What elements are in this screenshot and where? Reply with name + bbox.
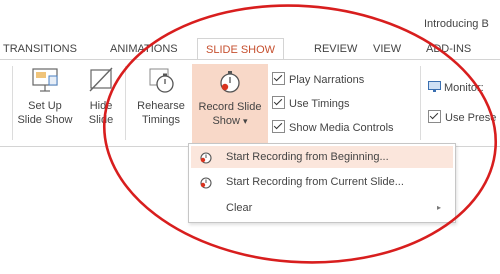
use-presenter-view-label: Use Prese bbox=[445, 112, 497, 124]
monitor-label: Monitor: bbox=[444, 82, 484, 94]
record-slide-show-button[interactable]: Record Slide Show ▾ bbox=[192, 64, 268, 144]
hide-slide-button[interactable]: Hide Slide bbox=[82, 65, 120, 127]
monitor-select[interactable]: Monitor: bbox=[428, 80, 484, 96]
menu-item-start-from-beginning[interactable]: Start Recording from Beginning... bbox=[191, 146, 453, 168]
menu-item-start-from-current[interactable]: Start Recording from Current Slide... bbox=[191, 171, 453, 193]
tab-slide-show[interactable]: SLIDE SHOW bbox=[197, 38, 285, 61]
record-label-line2: Show bbox=[212, 115, 240, 127]
play-narrations-checkbox[interactable]: Play Narrations bbox=[272, 72, 364, 88]
tab-view[interactable]: VIEW bbox=[373, 38, 401, 60]
hide-slide-icon bbox=[89, 67, 113, 92]
use-timings-label: Use Timings bbox=[289, 98, 350, 110]
rehearse-label-line2: Timings bbox=[141, 114, 181, 126]
rehearse-timings-button[interactable]: Rehearse Timings bbox=[131, 65, 191, 127]
hide-slide-label-line1: Hide bbox=[89, 100, 113, 112]
hide-slide-label-line2: Slide bbox=[88, 114, 114, 126]
menu-item-label: Clear bbox=[226, 202, 253, 214]
use-presenter-view-checkbox[interactable]: Use Prese bbox=[428, 110, 496, 126]
record-icon bbox=[200, 177, 212, 189]
ribbon-separator bbox=[420, 66, 421, 140]
tab-add-ins[interactable]: ADD-INS bbox=[426, 38, 471, 60]
ribbon-tab-row: TRANSITIONS ANIMATIONS SLIDE SHOW REVIEW… bbox=[0, 38, 500, 61]
menu-item-clear[interactable]: Clear ▸ bbox=[191, 197, 453, 219]
record-label-line2-wrap: Show ▾ bbox=[192, 114, 268, 128]
record-slide-show-dropdown-menu: Start Recording from Beginning... Start … bbox=[188, 143, 456, 223]
tab-review[interactable]: REVIEW bbox=[314, 38, 357, 60]
show-media-controls-checkbox[interactable]: Show Media Controls bbox=[272, 120, 394, 136]
ribbon-separator bbox=[12, 66, 13, 140]
set-up-slide-show-button[interactable]: Set Up Slide Show bbox=[17, 65, 73, 127]
record-label-line1: Record Slide bbox=[198, 101, 262, 113]
tab-animations[interactable]: ANIMATIONS bbox=[110, 38, 178, 60]
show-media-controls-label: Show Media Controls bbox=[289, 122, 394, 134]
menu-item-label: Start Recording from Current Slide... bbox=[226, 176, 404, 188]
play-narrations-label: Play Narrations bbox=[289, 74, 365, 86]
dropdown-arrow-icon: ▾ bbox=[243, 116, 248, 126]
menu-item-label: Start Recording from Beginning... bbox=[226, 151, 389, 163]
checkbox-checked-icon bbox=[272, 96, 285, 109]
submenu-arrow-icon: ▸ bbox=[436, 203, 441, 212]
set-up-label-line1: Set Up bbox=[28, 100, 62, 112]
checkbox-checked-icon bbox=[272, 120, 285, 133]
set-up-slide-show-icon bbox=[32, 68, 58, 92]
record-stopwatch-icon bbox=[220, 71, 240, 93]
ribbon-panel: Set Up Slide Show Hide Slide Rehearse Ti… bbox=[0, 59, 500, 147]
stopwatch-icon bbox=[149, 68, 174, 93]
rehearse-label-line1: Rehearse bbox=[137, 100, 185, 112]
record-icon bbox=[200, 152, 212, 164]
tab-transitions[interactable]: TRANSITIONS bbox=[3, 38, 77, 60]
window-title: Introducing B bbox=[424, 18, 489, 30]
ribbon-separator bbox=[125, 66, 126, 140]
monitor-icon bbox=[428, 81, 441, 92]
checkbox-checked-icon bbox=[272, 72, 285, 85]
use-timings-checkbox[interactable]: Use Timings bbox=[272, 96, 350, 112]
checkbox-checked-icon bbox=[428, 110, 441, 123]
set-up-label-line2: Slide Show bbox=[17, 114, 73, 126]
